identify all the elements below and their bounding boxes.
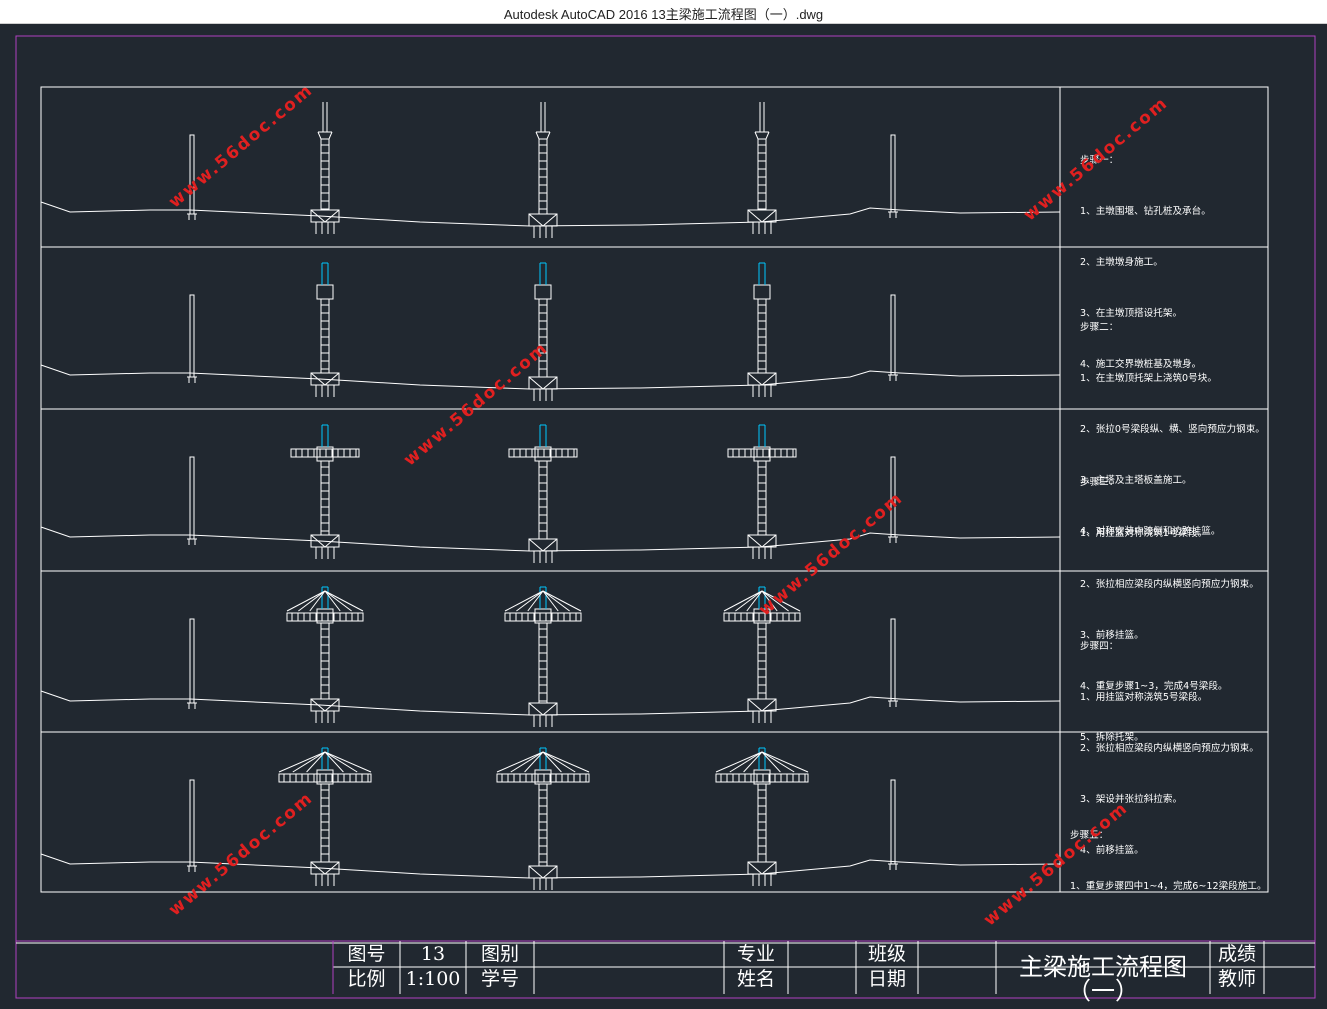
step-4-line-1: 1、用挂篮对称浇筑5号梁段。 bbox=[1080, 692, 1208, 703]
pier-cap-brace bbox=[747, 861, 763, 875]
pier-cap bbox=[528, 376, 558, 390]
pier-cap bbox=[747, 372, 777, 386]
pier-cap-brace bbox=[747, 698, 763, 712]
stay-cable bbox=[496, 751, 544, 773]
stay-cable bbox=[761, 751, 809, 773]
transition-pier bbox=[890, 779, 896, 865]
date-label: 日期 bbox=[867, 968, 906, 990]
girder bbox=[508, 448, 578, 458]
window-title: Autodesk AutoCAD 2016 13主梁施工流程图（一）.dwg bbox=[503, 7, 824, 22]
pier-cap bbox=[528, 865, 558, 879]
pier-cap-brace bbox=[528, 702, 544, 716]
pier-cap-brace bbox=[761, 861, 777, 875]
stay-cable bbox=[504, 590, 544, 612]
tower-head bbox=[317, 131, 333, 140]
pier-cap-brace bbox=[542, 865, 558, 879]
stay-cable bbox=[286, 590, 326, 612]
step-4-line-2: 2、张拉相应梁段内纵横竖向预应力钢束。 bbox=[1080, 743, 1259, 754]
pier-cap-brace bbox=[761, 209, 777, 223]
stay-cable bbox=[542, 590, 582, 612]
stay-cable bbox=[278, 751, 326, 773]
transition-pier bbox=[189, 618, 195, 704]
transition-pier bbox=[189, 294, 195, 378]
pier-cap bbox=[528, 702, 558, 716]
scale-value: 1:100 bbox=[405, 968, 461, 990]
girder bbox=[715, 773, 809, 783]
pier-cap bbox=[528, 538, 558, 552]
pier-cap-brace bbox=[542, 702, 558, 716]
name-label: 姓名 bbox=[736, 968, 775, 990]
pier-cap bbox=[528, 213, 558, 227]
pier-cap-brace bbox=[528, 865, 544, 879]
block-zero bbox=[534, 284, 552, 300]
teacher-label: 教师 bbox=[1217, 968, 1256, 990]
pier-cap-brace bbox=[761, 372, 777, 386]
scale-label: 比例 bbox=[347, 968, 386, 990]
girder bbox=[278, 773, 372, 783]
category-label: 图别 bbox=[480, 943, 519, 965]
pier-cap-brace bbox=[528, 538, 544, 552]
drawing-no-label: 图号 bbox=[347, 943, 386, 965]
step-3-title: 步骤三： bbox=[1080, 477, 1119, 488]
stay-cable bbox=[324, 751, 372, 773]
step-3-line-2: 2、张拉相应梁段内纵横竖向预应力钢束。 bbox=[1080, 579, 1259, 590]
pier-cap-brace bbox=[542, 376, 558, 390]
step-3-line-1: 1、用挂篮对称浇筑1号梁段。 bbox=[1080, 528, 1208, 539]
pier-cap bbox=[747, 209, 777, 223]
student-no-label: 学号 bbox=[480, 968, 519, 990]
pier-cap-brace bbox=[761, 698, 777, 712]
step-5-text: 步骤五： 1、重复步骤四中1~4，完成6~12梁段施工。 bbox=[1070, 793, 1267, 912]
block-zero bbox=[316, 284, 334, 300]
pier-cap-brace bbox=[528, 213, 544, 227]
stay-cable bbox=[324, 590, 364, 612]
tower-head bbox=[535, 131, 551, 140]
pier-cap bbox=[747, 861, 777, 875]
pier-cap bbox=[747, 534, 777, 548]
tower-head bbox=[754, 131, 770, 140]
step-4-title: 步骤四： bbox=[1080, 641, 1119, 652]
step-2-title: 步骤二： bbox=[1080, 322, 1119, 333]
stay-cable bbox=[723, 590, 763, 612]
step-1-line-1: 1、主墩围堰、钻孔桩及承台。 bbox=[1080, 206, 1211, 217]
pier-cap-brace bbox=[747, 372, 763, 386]
transition-pier bbox=[890, 618, 896, 702]
step-2-line-2: 2、张拉0号梁段纵、横、竖向预应力钢束。 bbox=[1080, 424, 1265, 435]
pier-cap-brace bbox=[747, 534, 763, 548]
transition-pier bbox=[189, 456, 195, 540]
pier-cap-brace bbox=[747, 209, 763, 223]
stay-cable bbox=[715, 751, 763, 773]
girder bbox=[496, 773, 590, 783]
title-bar: Autodesk AutoCAD 2016 13主梁施工流程图（一）.dwg bbox=[0, 0, 1327, 24]
drawing-title: 主梁施工流程图（一） bbox=[1019, 953, 1187, 1005]
pier-cap-brace bbox=[542, 538, 558, 552]
step-1-line-2: 2、主墩墩身施工。 bbox=[1080, 257, 1163, 268]
step-5-line-1: 1、重复步骤四中1~4，完成6~12梁段施工。 bbox=[1070, 881, 1267, 892]
grade-label: 成绩 bbox=[1217, 943, 1256, 965]
step-2-line-1: 1、在主墩顶托架上浇筑0号块。 bbox=[1080, 373, 1217, 384]
transition-pier bbox=[890, 134, 896, 213]
transition-pier bbox=[890, 294, 896, 376]
pier-cap bbox=[747, 698, 777, 712]
block-zero bbox=[753, 284, 771, 300]
transition-pier bbox=[189, 779, 195, 867]
pier-cap-brace bbox=[761, 534, 777, 548]
major-label: 专业 bbox=[736, 943, 775, 965]
girder bbox=[290, 448, 360, 458]
girder bbox=[727, 448, 797, 458]
class-label: 班级 bbox=[867, 943, 906, 965]
stay-cable bbox=[542, 751, 590, 773]
drawing-no-value: 13 bbox=[420, 943, 446, 965]
pier-cap-brace bbox=[542, 213, 558, 227]
pier-cap-brace bbox=[528, 376, 544, 390]
